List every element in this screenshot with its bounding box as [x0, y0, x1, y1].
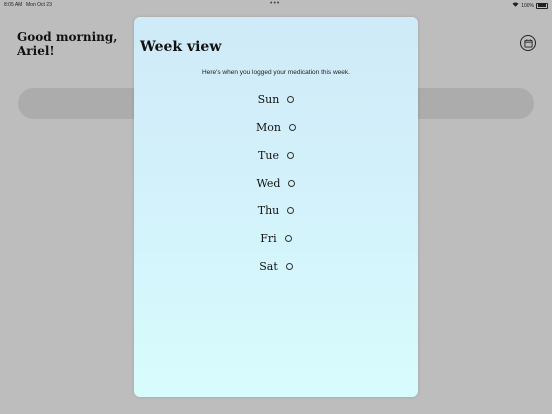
day-row-wed: Wed [134, 175, 418, 191]
day-status-circle-icon[interactable] [287, 95, 295, 103]
battery-percent: 100% [521, 2, 534, 9]
day-row-fri: Fri [134, 230, 418, 246]
status-indicators: 100% [512, 2, 548, 9]
day-label: Sun [257, 92, 280, 106]
day-row-thu: Thu [134, 202, 418, 218]
day-row-sat: Sat [134, 258, 418, 274]
day-status-circle-icon[interactable] [288, 123, 296, 131]
week-view-title: Week view [140, 39, 222, 55]
wifi-icon [512, 2, 519, 9]
day-row-sun: Sun [134, 91, 418, 107]
week-view-subtitle: Here's when you logged your medication t… [202, 69, 350, 76]
day-status-circle-icon[interactable] [286, 151, 294, 159]
day-status-circle-icon[interactable] [284, 234, 292, 242]
day-status-circle-icon[interactable] [287, 206, 295, 214]
battery-icon [536, 2, 548, 9]
status-date: Mon Oct 23 [26, 2, 52, 8]
day-label: Fri [260, 231, 277, 245]
calendar-icon [523, 38, 533, 48]
day-row-mon: Mon [134, 119, 418, 135]
status-bar: 8:05 AM Mon Oct 23 ••• 100% [0, 0, 552, 10]
day-label: Tue [258, 148, 279, 162]
status-time: 8:05 AM [4, 2, 23, 8]
day-label: Thu [257, 203, 280, 217]
day-label: Sat [259, 259, 278, 273]
week-view-sheet: Week view Here's when you logged your me… [134, 17, 418, 397]
day-label: Wed [256, 176, 281, 190]
multitasking-dots-icon[interactable]: ••• [270, 0, 280, 7]
day-status-circle-icon[interactable] [288, 179, 296, 187]
day-label: Mon [256, 120, 281, 134]
day-row-tue: Tue [134, 147, 418, 163]
calendar-button[interactable] [520, 35, 536, 51]
day-status-circle-icon[interactable] [285, 262, 293, 270]
greeting-heading: Good morning, Ariel! [17, 30, 118, 58]
